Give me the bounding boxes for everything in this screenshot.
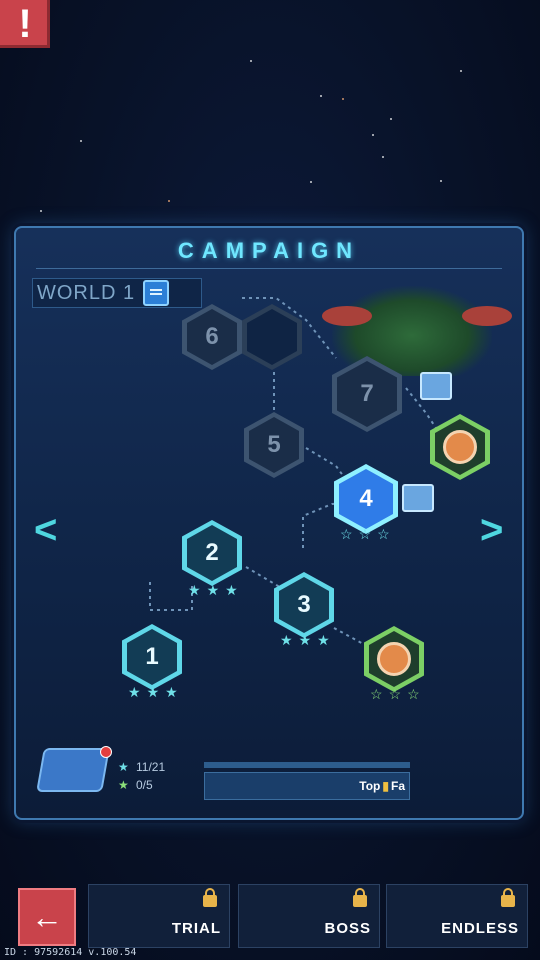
rank-label: Top bbox=[359, 779, 381, 793]
mode-boss-label: BOSS bbox=[324, 920, 371, 937]
level-2-label: 2 bbox=[205, 539, 219, 566]
level-2-stars: ★ ★ ★ bbox=[188, 582, 238, 599]
star-icon: ★ bbox=[128, 684, 141, 700]
boss-progress-count: 0/5 bbox=[136, 778, 153, 792]
rank-icon: ▮ bbox=[382, 779, 389, 793]
boss-face-icon bbox=[443, 430, 477, 464]
star-icon: ☆ bbox=[388, 686, 402, 702]
bottom-bar: ← TRIAL BOSS ENDLESS bbox=[0, 880, 540, 948]
level-4-stars: ☆ ☆ ☆ bbox=[340, 526, 390, 543]
reward-chest-icon[interactable] bbox=[420, 372, 452, 400]
mode-endless-label: ENDLESS bbox=[441, 920, 519, 937]
progress-area: ★ 11/21 ★ 0/5 Top ▮ Fa bbox=[34, 754, 410, 800]
star-icon: ★ bbox=[165, 684, 178, 700]
prev-world-button[interactable]: < bbox=[34, 508, 57, 553]
star-icon: ★ bbox=[188, 582, 201, 598]
level-5-label: 5 bbox=[267, 431, 281, 458]
level-1-label: 1 bbox=[145, 643, 159, 670]
star-progress-icon: ★ bbox=[118, 760, 129, 774]
lock-icon bbox=[353, 888, 367, 907]
progress-bar bbox=[204, 762, 410, 768]
alert-button[interactable]: ! bbox=[0, 0, 50, 48]
mode-boss-button[interactable]: BOSS bbox=[238, 884, 380, 948]
lock-icon bbox=[203, 888, 217, 907]
star-icon: ☆ bbox=[377, 526, 390, 542]
star-icon: ★ bbox=[146, 684, 160, 700]
star-progress-count: 11/21 bbox=[136, 760, 166, 774]
level-3-stars: ★ ★ ★ bbox=[280, 632, 330, 649]
star-icon: ☆ bbox=[370, 686, 383, 702]
star-icon: ☆ bbox=[358, 526, 372, 542]
boss-stars: ☆ ☆ ☆ bbox=[370, 686, 420, 703]
boss-progress-icon: ★ bbox=[118, 778, 129, 792]
level-3-label: 3 bbox=[297, 591, 311, 618]
next-world-button[interactable]: > bbox=[480, 508, 503, 553]
build-id-text: ID : 97592614 v.100.54 bbox=[4, 947, 137, 958]
leaderboard-button[interactable]: Top ▮ Fa bbox=[204, 772, 410, 800]
mode-endless-button[interactable]: ENDLESS bbox=[386, 884, 528, 948]
back-button[interactable]: ← bbox=[18, 888, 76, 946]
campaign-panel: CAMPAIGN WORLD 1 6 7 5 4 ☆ ☆ ☆ 2 ★ ★ ★ 3… bbox=[14, 226, 524, 820]
rank-suffix: Fa bbox=[390, 779, 405, 793]
level-7-label: 7 bbox=[360, 380, 374, 407]
star-icon: ★ bbox=[225, 582, 238, 598]
level-6-label: 6 bbox=[205, 323, 219, 350]
star-icon: ★ bbox=[298, 632, 312, 648]
level-4-label: 4 bbox=[359, 485, 373, 512]
mode-trial-button[interactable]: TRIAL bbox=[88, 884, 230, 948]
star-icon: ★ bbox=[206, 582, 220, 598]
star-icon: ★ bbox=[317, 632, 330, 648]
reward-chest-icon-2[interactable] bbox=[402, 484, 434, 512]
star-icon: ★ bbox=[280, 632, 293, 648]
level-1-stars: ★ ★ ★ bbox=[128, 684, 178, 701]
boss-face-icon bbox=[377, 642, 411, 676]
star-icon: ☆ bbox=[340, 526, 353, 542]
star-icon: ☆ bbox=[407, 686, 420, 702]
mode-trial-label: TRIAL bbox=[171, 920, 221, 937]
lock-icon bbox=[501, 888, 515, 907]
